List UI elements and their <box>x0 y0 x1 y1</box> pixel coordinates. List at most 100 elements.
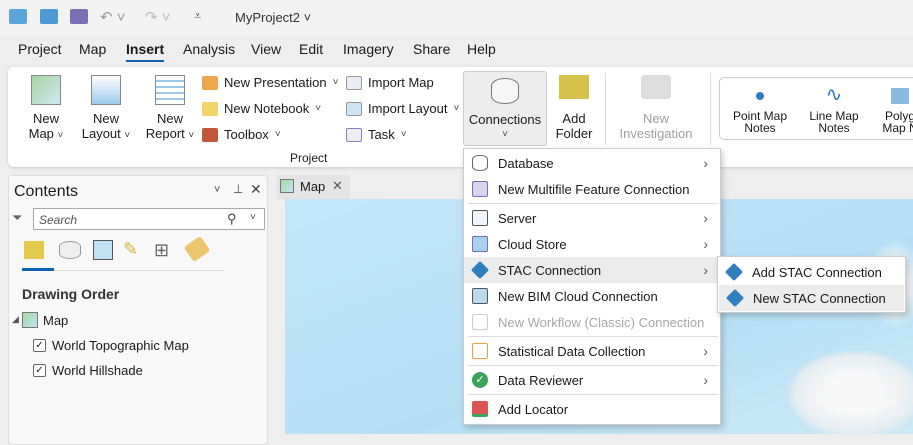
open-project-icon[interactable] <box>40 9 58 24</box>
map-node[interactable]: Map <box>43 313 68 328</box>
new-presentation-button[interactable]: New Presentation ˅ <box>202 75 338 90</box>
import-map-button[interactable]: Import Map <box>346 75 434 90</box>
chevron-down-icon[interactable]: ˅ <box>250 212 256 223</box>
new-map-icon <box>31 75 61 105</box>
cloud-store-icon <box>472 236 488 252</box>
new-layout-button[interactable]: New Layout ˅ <box>78 75 134 143</box>
map-tab-label: Map <box>300 179 326 194</box>
menu-item-new-stac-connection[interactable]: New STAC Connection <box>719 285 904 311</box>
menu-item-statistical-data-collection[interactable]: Statistical Data Collection › <box>464 338 720 364</box>
polygon-map-notes-button[interactable]: PolygMap N <box>880 84 913 134</box>
check-circle-icon: ✓ <box>472 372 488 388</box>
line-icon: ∿ <box>825 84 843 106</box>
connections-button[interactable]: Connections ˅ <box>463 71 547 146</box>
list-by-selection-icon[interactable] <box>93 240 113 260</box>
drawing-order-heading: Drawing Order <box>22 286 120 302</box>
undo-icon[interactable]: ↶ ˅ <box>100 8 126 26</box>
menu-item-stac-connection[interactable]: STAC Connection › <box>464 257 720 283</box>
label: New Presentation <box>224 75 327 90</box>
tab-map[interactable]: Map <box>79 41 106 57</box>
label: Toolbox <box>224 127 269 142</box>
label: Notes <box>818 121 850 135</box>
tab-view[interactable]: View <box>251 41 281 57</box>
toolbox-button[interactable]: Toolbox ˅ <box>202 127 281 142</box>
tab-share[interactable]: Share <box>413 41 450 57</box>
search-icon[interactable]: ⚲ <box>227 211 237 227</box>
expand-triangle-icon[interactable]: ◢ <box>12 314 19 325</box>
divider <box>468 394 718 395</box>
new-report-button[interactable]: New Report ˅ <box>142 75 198 143</box>
menu-item-data-reviewer[interactable]: ✓ Data Reviewer › <box>464 367 720 393</box>
statistical-data-icon <box>472 343 488 359</box>
chevron-right-icon: › <box>703 210 708 226</box>
label: Add STAC Connection <box>752 264 882 280</box>
pencil-icon[interactable]: ✎ <box>123 239 138 260</box>
new-investigation-button: New Investigation <box>614 75 698 141</box>
list-by-source-icon[interactable] <box>59 241 81 259</box>
layer-name[interactable]: World Topographic Map <box>52 338 189 353</box>
new-project-icon[interactable] <box>9 9 27 24</box>
customize-toolbar-icon[interactable]: ⩡ <box>194 8 201 24</box>
tab-insert[interactable]: Insert <box>126 41 165 62</box>
map-view-tab[interactable]: Map ✕ <box>277 175 350 199</box>
menu-item-new-bim-cloud-connection[interactable]: New BIM Cloud Connection <box>464 283 720 309</box>
stac-submenu: Add STAC Connection New STAC Connection <box>717 256 906 313</box>
search-input[interactable]: Search ⚲ ˅ <box>33 208 265 230</box>
tab-edit[interactable]: Edit <box>299 41 323 57</box>
pane-options-icon[interactable]: ˅ <box>214 184 220 196</box>
drawing-order-icon[interactable] <box>24 241 44 259</box>
label: Cloud Store <box>498 236 567 252</box>
project-title[interactable]: MyProject2 ˅ <box>235 10 311 25</box>
label: Connections <box>468 112 542 127</box>
filter-icon[interactable]: ⏷ <box>12 210 22 226</box>
menu-item-server[interactable]: Server › <box>464 205 720 231</box>
label-tag-icon[interactable] <box>183 235 211 263</box>
label: New STAC Connection <box>753 290 886 306</box>
pin-icon[interactable]: ⊥ <box>233 182 243 196</box>
redo-icon[interactable]: ↷ ˅ <box>145 8 171 26</box>
divider <box>54 270 224 271</box>
add-stac-icon <box>724 262 744 282</box>
layer-checkbox[interactable]: ✓ <box>33 364 46 377</box>
label: Map N <box>882 121 913 135</box>
toolbox-icon <box>202 127 218 142</box>
new-notebook-button[interactable]: New Notebook ˅ <box>202 101 321 116</box>
save-project-icon[interactable] <box>70 9 88 24</box>
tab-project[interactable]: Project <box>18 41 62 57</box>
label: Import Layout <box>368 101 448 116</box>
label: Add <box>562 111 586 126</box>
menu-item-add-locator[interactable]: Add Locator <box>464 396 720 422</box>
close-tab-icon[interactable]: ✕ <box>332 178 343 194</box>
line-map-notes-button[interactable]: ∿ Line Map Notes <box>802 84 866 134</box>
label: Notes <box>744 121 776 135</box>
menu-item-add-stac-connection[interactable]: Add STAC Connection <box>718 259 905 285</box>
layer-checkbox[interactable]: ✓ <box>33 339 46 352</box>
menu-item-cloud-store[interactable]: Cloud Store › <box>464 231 720 257</box>
chevron-down-icon: ˅ <box>502 129 508 140</box>
snapping-icon[interactable]: ⊞ <box>154 240 169 261</box>
task-button[interactable]: Task ˅ <box>346 127 407 142</box>
server-icon <box>472 210 488 226</box>
chevron-right-icon: › <box>703 155 708 171</box>
chevron-right-icon: › <box>703 262 708 278</box>
label: Data Reviewer <box>498 372 584 388</box>
tab-imagery[interactable]: Imagery <box>343 41 394 57</box>
menu-item-database[interactable]: Database › <box>464 150 720 176</box>
folder-add-icon <box>559 75 589 99</box>
tab-analysis[interactable]: Analysis <box>183 41 235 57</box>
new-layout-icon <box>91 75 121 105</box>
import-map-icon <box>346 75 362 90</box>
multifile-icon <box>472 181 488 197</box>
close-icon[interactable]: ✕ <box>250 181 262 198</box>
tab-help[interactable]: Help <box>467 41 496 57</box>
divider <box>710 73 711 145</box>
menu-item-new-multifile-feature-connection[interactable]: New Multifile Feature Connection <box>464 176 720 202</box>
new-map-button[interactable]: New Map ˅ <box>22 75 70 143</box>
map-icon <box>280 179 294 193</box>
label: New <box>156 111 183 126</box>
layer-name[interactable]: World Hillshade <box>52 363 143 378</box>
point-map-notes-button[interactable]: Point Map Notes <box>726 84 794 134</box>
label: Server <box>498 210 537 226</box>
add-folder-button[interactable]: Add Folder <box>552 75 596 141</box>
import-layout-button[interactable]: Import Layout ˅ <box>346 101 459 116</box>
